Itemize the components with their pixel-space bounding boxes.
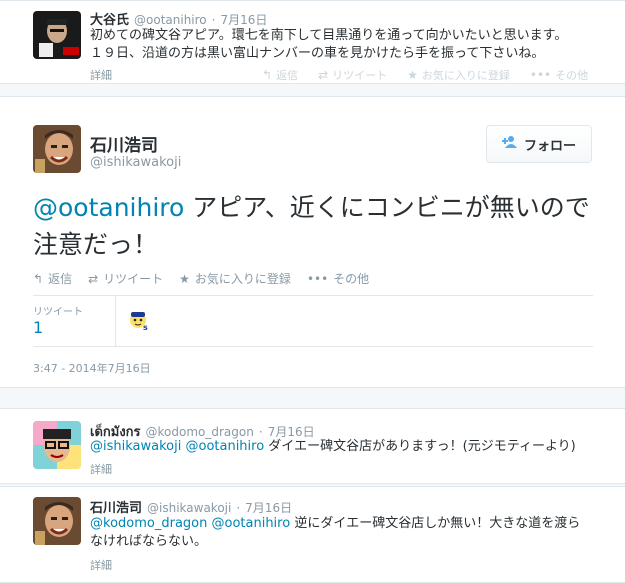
avatar[interactable] — [33, 421, 81, 469]
more-icon: ••• — [529, 68, 552, 82]
favorite-button[interactable]: ★ お気に入りに登録 — [179, 270, 291, 287]
add-user-icon — [501, 135, 518, 153]
star-icon: ★ — [179, 271, 190, 286]
follow-button[interactable]: フォロー — [486, 125, 592, 163]
author-handle[interactable]: @ishikawakoji — [147, 501, 231, 515]
tweet-text: 初めての碑文谷アピア。環七を南下して目黒通りを通って向かいたいと思います。 １９… — [90, 27, 610, 63]
tweet-timestamp[interactable]: 3:47 - 2014年7月16日 — [33, 360, 151, 376]
svg-text:s: s — [143, 323, 148, 331]
tweet-text-line: 初めての碑文谷アピア。環七を南下して目黒通りを通って向かいたいと思います。 — [90, 28, 568, 43]
tweet-text: @kodomo_dragon @ootanihiro 逆にダイエー碑文谷店しか無… — [90, 515, 610, 551]
author-handle[interactable]: @ishikawakoji — [90, 155, 181, 170]
author-name[interactable]: 石川浩司 — [90, 131, 158, 156]
tweet-top: 大谷氏 @ootanihiro · 7月16日 初めての碑文谷アピア。環七を南下… — [0, 0, 625, 84]
tweet-date[interactable]: 7月16日 — [220, 11, 267, 28]
tweet-text-body: ダイエー碑文谷店がありますっ！(元ジモティーより) — [264, 439, 576, 454]
retweet-button[interactable]: ⇄ リツイート — [318, 67, 387, 83]
reply-label: 返信 — [276, 69, 299, 82]
author-name[interactable]: 大谷氏 — [90, 9, 129, 28]
retweeter-avatar[interactable]: s — [128, 309, 150, 332]
reply-button[interactable]: ↰ 返信 — [33, 270, 72, 287]
tweet-text: @ishikawakoji @ootanihiro ダイエー碑文谷店がありますっ… — [90, 438, 610, 456]
tweet-stats: リツイート 1 s — [33, 295, 593, 347]
retweet-count[interactable]: 1 — [33, 318, 43, 337]
retweet-icon: ⇄ — [318, 68, 329, 82]
author-handle[interactable]: @ootanihiro — [134, 13, 207, 27]
reply-tweet: 石川浩司 @ishikawakoji · 7月16日 @kodomo_drago… — [0, 486, 625, 583]
favorite-label: お気に入りに登録 — [421, 69, 510, 82]
separator-dot: · — [211, 13, 216, 27]
retweet-label: リツイート — [332, 69, 388, 82]
reply-label: 返信 — [48, 272, 73, 286]
mention-link[interactable]: @ootanihiro — [212, 516, 291, 531]
reply-icon: ↰ — [33, 271, 44, 286]
stats-divider — [115, 296, 116, 346]
tweet-text-body: 逆にダイエー碑文谷店しか無い！大きな道を渡ら — [290, 516, 581, 531]
separator-dot: · — [258, 425, 263, 439]
retweet-icon: ⇄ — [88, 271, 99, 286]
favorite-button[interactable]: ★ お気に入りに登録 — [407, 67, 510, 83]
more-button[interactable]: ••• その他 — [307, 270, 369, 287]
tweet-text-line: なければならない。 — [90, 534, 208, 549]
more-button[interactable]: ••• その他 — [530, 67, 588, 83]
tweet-actions: ↰ 返信 ⇄ リツイート ★ お気に入りに登録 ••• その他 — [33, 270, 369, 287]
retweet-label: リツイート — [103, 272, 164, 286]
mention-link[interactable]: @ootanihiro — [33, 193, 184, 222]
separator-dot: · — [236, 501, 241, 515]
avatar[interactable] — [33, 497, 81, 545]
mention-link[interactable]: @ootanihiro — [185, 439, 264, 454]
more-icon: ••• — [306, 271, 329, 286]
mention-link[interactable]: @kodomo_dragon — [90, 516, 207, 531]
tweet-actions: ↰ 返信 ⇄ リツイート ★ お気に入りに登録 ••• その他 — [262, 67, 588, 83]
mention-link[interactable]: @ishikawakoji — [90, 439, 181, 454]
more-label: その他 — [333, 272, 370, 286]
tweet-date[interactable]: 7月16日 — [245, 499, 292, 516]
tweet-main: 石川浩司 @ishikawakoji フォロー @ootanihiro アピア、… — [0, 96, 625, 388]
detail-link[interactable]: 詳細 — [90, 557, 112, 573]
tweet-text-line: @kodomo_dragon @ootanihiro 逆にダイエー碑文谷店しか無… — [90, 515, 610, 533]
retweet-stat-label: リツイート — [33, 307, 83, 318]
reply-icon: ↰ — [262, 68, 273, 82]
favorite-label: お気に入りに登録 — [194, 272, 291, 286]
author-handle[interactable]: @kodomo_dragon — [146, 425, 254, 439]
tweet-text: @ootanihiro アピア、近くにコンビニが無いので注意だっ！ — [33, 189, 603, 263]
tweet-text-line: １９日、沿道の方は黒い富山ナンバーの車を見かけたら手を振って下さいね。 — [90, 46, 545, 61]
reply-tweet: เด็กมังกร @kodomo_dragon · 7月16日 @ishika… — [0, 408, 625, 484]
author-name[interactable]: 石川浩司 — [90, 497, 142, 516]
detail-link[interactable]: 詳細 — [90, 461, 112, 477]
avatar[interactable] — [33, 11, 81, 59]
reply-button[interactable]: ↰ 返信 — [262, 67, 298, 83]
follow-label: フォロー — [523, 138, 576, 154]
more-label: その他 — [555, 69, 589, 82]
avatar[interactable] — [33, 125, 81, 173]
star-icon: ★ — [407, 68, 418, 82]
detail-link[interactable]: 詳細 — [90, 67, 112, 83]
retweet-button[interactable]: ⇄ リツイート — [88, 270, 163, 287]
